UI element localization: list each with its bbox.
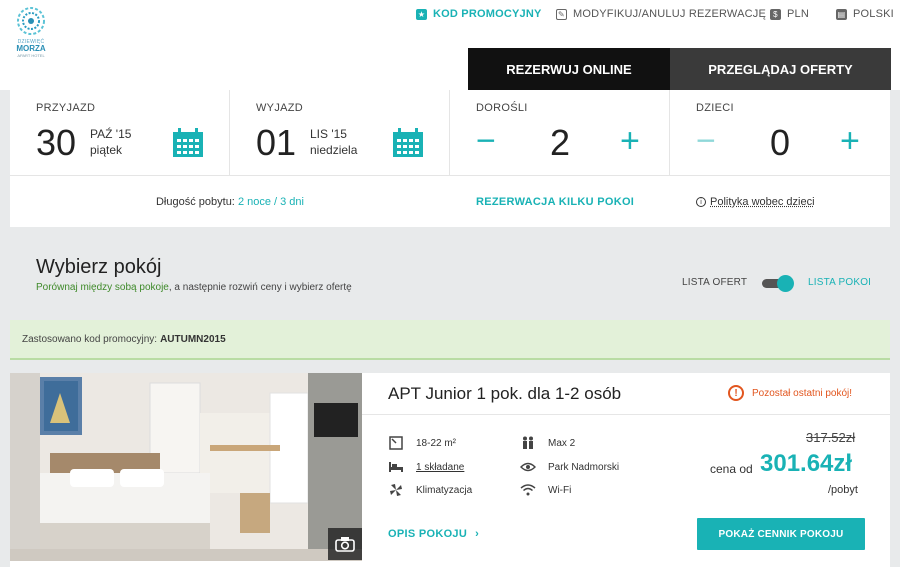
- adults-label: DOROŚLI: [476, 102, 528, 114]
- show-price-list-button[interactable]: POKAŻ CENNIK POKOJU: [697, 518, 865, 550]
- currency-selector[interactable]: $ PLN: [770, 8, 809, 20]
- eye-icon: [520, 460, 536, 474]
- card-divider: [362, 414, 890, 415]
- children-plus-button[interactable]: +: [840, 124, 860, 158]
- language-icon: ▤: [836, 8, 847, 20]
- room-title: APT Junior 1 pok. dla 1-2 osób: [388, 384, 622, 403]
- feature-wifi-value: Wi-Fi: [548, 484, 572, 496]
- arrival-weekday: piątek: [90, 143, 123, 157]
- toggle-knob: [777, 275, 794, 292]
- promo-applied-banner: Zastosowano kod promocyjny: AUTUMN2015: [10, 320, 890, 360]
- info-icon: i: [696, 197, 706, 207]
- modify-booking-link[interactable]: ✎ MODYFIKUJ/ANULUJ REZERWACJĘ: [556, 8, 766, 20]
- wifi-icon: [520, 483, 536, 497]
- photo-gallery-button[interactable]: [328, 528, 362, 560]
- feature-aircon-value: Klimatyzacja: [416, 484, 473, 496]
- arrival-date-picker[interactable]: PRZYJAZD 30 PAŹ '15 piątek: [10, 90, 230, 176]
- room-photo[interactable]: [10, 373, 362, 561]
- warning-icon: !: [728, 385, 744, 401]
- tab-book-online[interactable]: REZERWUJ ONLINE: [468, 48, 670, 98]
- logo-text-sub: APART HOTEL: [17, 53, 45, 58]
- departure-month: LIS '15: [310, 127, 347, 141]
- logo-text-main: MORZA: [16, 44, 46, 53]
- offer-list-toggle-label[interactable]: LISTA OFERT: [682, 277, 747, 288]
- adults-stepper: DOROŚLI − 2 +: [450, 90, 670, 176]
- promo-applied-code: AUTUMN2015: [160, 333, 226, 345]
- fan-icon: [388, 483, 404, 497]
- departure-label: WYJAZD: [256, 102, 304, 114]
- arrival-day: 30: [36, 122, 77, 163]
- children-label: DZIECI: [696, 102, 734, 114]
- page-title: Wybierz pokój: [36, 256, 162, 278]
- language-selector[interactable]: ▤ POLSKI: [836, 8, 894, 20]
- current-price: 301.64zł: [760, 450, 853, 477]
- arrival-label: PRZYJAZD: [36, 102, 96, 114]
- feature-wifi: Wi-Fi: [520, 483, 571, 497]
- promo-code-label: KOD PROMOCYJNY: [433, 8, 542, 20]
- currency-label: PLN: [787, 8, 809, 20]
- stay-length-value: 2 noce / 3 dni: [237, 196, 304, 208]
- adults-plus-button[interactable]: +: [620, 124, 640, 158]
- feature-area: 18-22 m²: [388, 436, 456, 450]
- last-room-text: Pozostał ostatni pokój!: [752, 387, 853, 399]
- arrival-month: PAŹ '15: [90, 127, 132, 141]
- multi-room-booking-link[interactable]: REZERWACJA KILKU POKOI: [450, 177, 670, 227]
- children-stepper: DZIECI − 0 +: [670, 90, 890, 176]
- language-label: POLSKI: [853, 8, 894, 20]
- room-description-link[interactable]: OPIS POKOJU ›: [388, 528, 479, 540]
- subtitle-rest: , a następnie rozwiń ceny i wybierz ofer…: [168, 282, 352, 293]
- multi-room-booking-label: REZERWACJA KILKU POKOI: [476, 196, 635, 208]
- room-photo-image: [10, 373, 362, 561]
- children-count: 0: [770, 122, 791, 163]
- stay-length: Długość pobytu: 2 noce / 3 dni: [10, 177, 450, 227]
- star-icon: ★: [416, 8, 427, 20]
- area-icon: [388, 436, 404, 450]
- feature-bed-value[interactable]: 1 składane: [416, 462, 464, 473]
- people-icon: [520, 436, 536, 450]
- stay-length-label: Długość pobytu:: [155, 196, 235, 208]
- departure-date-picker[interactable]: WYJAZD 01 LIS '15 niedziela: [230, 90, 450, 176]
- old-price: 317.52zł: [806, 430, 856, 445]
- feature-area-value: 18-22 m²: [416, 437, 457, 449]
- currency-icon: $: [770, 8, 781, 20]
- feature-bed: 1 składane: [388, 460, 464, 474]
- promo-applied-label: Zastosowano kod promocyjny:: [22, 333, 158, 345]
- children-minus-button[interactable]: −: [696, 124, 716, 158]
- logo-mandala-icon: [17, 7, 45, 35]
- departure-day: 01: [256, 122, 297, 163]
- room-list-toggle-label[interactable]: LISTA POKOI: [808, 277, 871, 288]
- edit-icon: ✎: [556, 8, 567, 20]
- feature-aircon: Klimatyzacja: [388, 483, 472, 497]
- departure-weekday: niedziela: [310, 143, 358, 157]
- feature-max-guests-value: Max 2: [548, 437, 576, 449]
- price-per-label: /pobyt: [828, 484, 858, 496]
- camera-icon: [335, 537, 355, 552]
- booking-panel: PRZYJAZD 30 PAŹ '15 piątek WYJAZD 01 LIS…: [10, 90, 890, 227]
- calendar-icon[interactable]: [172, 128, 204, 158]
- promo-code-link[interactable]: ★ KOD PROMOCYJNY: [416, 8, 542, 20]
- view-toggle-switch[interactable]: [760, 275, 794, 292]
- adults-count: 2: [550, 122, 571, 163]
- tab-browse-offers[interactable]: PRZEGLĄDAJ OFERTY: [670, 48, 891, 90]
- chevron-right-icon: ›: [475, 528, 480, 540]
- feature-max-guests: Max 2: [520, 436, 575, 450]
- child-policy-label: Polityka wobec dzieci: [710, 196, 815, 208]
- feature-view: Park Nadmorski: [520, 460, 619, 474]
- room-description-label: OPIS POKOJU: [388, 528, 468, 540]
- subtitle-highlight: Porównaj między sobą pokoje: [36, 282, 169, 293]
- modify-booking-label: MODYFIKUJ/ANULUJ REZERWACJĘ: [573, 8, 767, 20]
- page-subtitle: Porównaj między sobą pokoje, a następnie…: [36, 282, 352, 293]
- hotel-logo[interactable]: DZIEWIĘĆ MORZA APART HOTEL: [10, 6, 52, 74]
- feature-view-value: Park Nadmorski: [548, 461, 620, 473]
- adults-minus-button[interactable]: −: [476, 124, 496, 158]
- calendar-icon[interactable]: [392, 128, 424, 158]
- price-from-label: cena od: [710, 462, 753, 476]
- bed-icon: [388, 460, 404, 474]
- child-policy-link[interactable]: i Polityka wobec dzieci: [670, 177, 890, 227]
- last-room-notice: ! Pozostał ostatni pokój!: [728, 385, 852, 401]
